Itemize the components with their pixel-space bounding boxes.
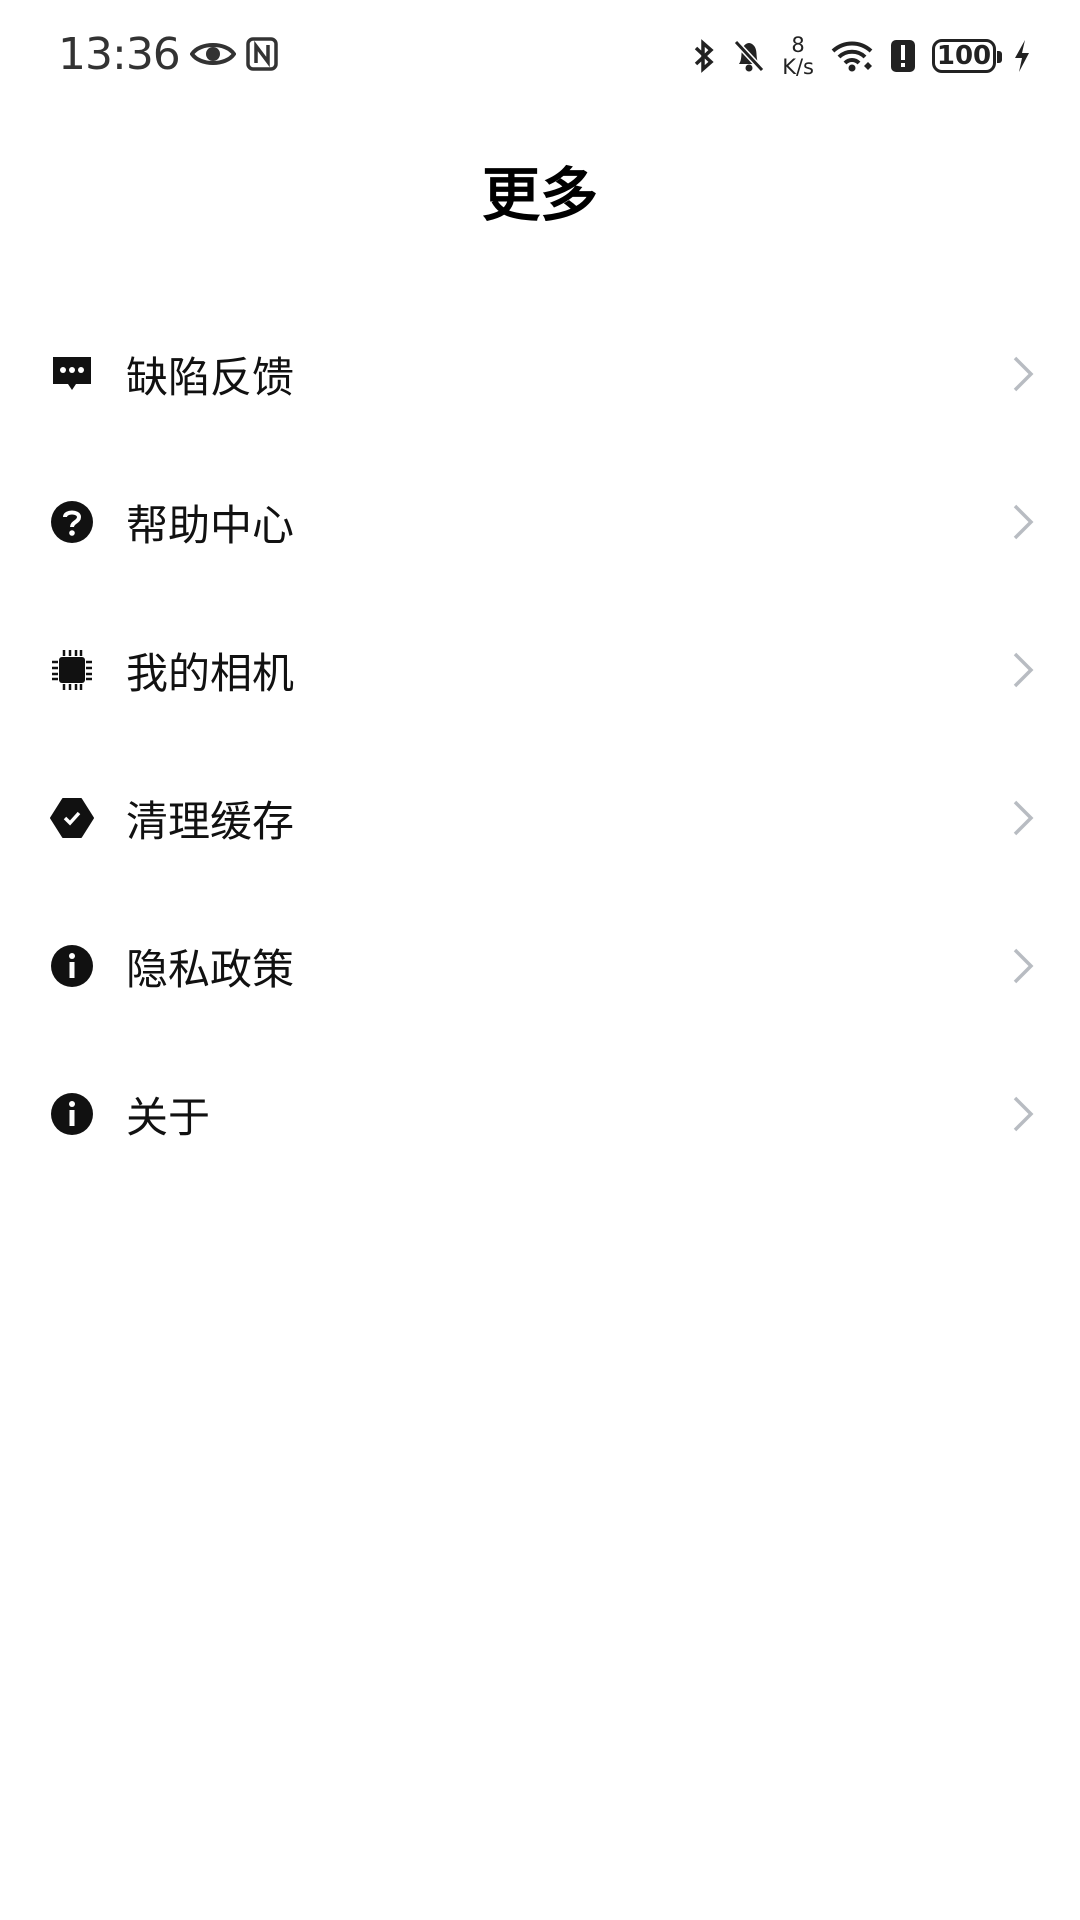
chevron-right-icon	[1008, 946, 1038, 986]
menu-item-label: 帮助中心	[126, 500, 295, 550]
status-bar: 13:36 8 K/s 100	[0, 0, 1080, 110]
menu-item-label: 缺陷反馈	[126, 352, 295, 402]
menu-item-feedback[interactable]: 缺陷反馈	[0, 300, 1080, 448]
feedback-message-icon	[50, 352, 94, 396]
chevron-right-icon	[1008, 798, 1038, 838]
eye-icon	[189, 39, 236, 69]
menu-item-help-center[interactable]: 帮助中心	[0, 448, 1080, 596]
network-speed-unit: K/s	[782, 55, 814, 79]
clean-check-icon	[50, 796, 94, 840]
page-title: 更多	[481, 161, 598, 229]
battery-icon: 100	[932, 39, 1002, 73]
nfc-icon	[246, 37, 278, 71]
info-icon	[50, 1092, 94, 1136]
chip-icon	[50, 648, 94, 692]
network-speed-value: 8	[791, 33, 805, 57]
menu-list: 缺陷反馈 帮助中心 我的相机 清理缓存 隐私政策 关于	[0, 300, 1080, 1188]
bell-off-icon	[732, 38, 766, 74]
chevron-right-icon	[1008, 354, 1038, 394]
bluetooth-icon	[692, 38, 716, 74]
help-circle-icon	[50, 500, 94, 544]
alert-icon	[890, 39, 916, 73]
menu-item-about[interactable]: 关于	[0, 1040, 1080, 1188]
chevron-right-icon	[1008, 502, 1038, 542]
menu-item-label: 隐私政策	[126, 944, 295, 994]
network-speed: 8 K/s	[782, 34, 814, 78]
status-bar-right: 8 K/s 100	[692, 26, 1032, 86]
menu-item-privacy-policy[interactable]: 隐私政策	[0, 892, 1080, 1040]
menu-item-label: 关于	[126, 1092, 211, 1142]
status-time: 13:36	[58, 28, 181, 80]
menu-item-label: 我的相机	[126, 648, 295, 698]
status-bar-left: 13:36	[58, 24, 278, 84]
menu-item-my-camera[interactable]: 我的相机	[0, 596, 1080, 744]
chevron-right-icon	[1008, 1094, 1038, 1134]
charging-bolt-icon	[1012, 38, 1032, 74]
chevron-right-icon	[1008, 650, 1038, 690]
menu-item-label: 清理缓存	[126, 796, 295, 846]
wifi-icon	[830, 39, 874, 73]
menu-item-clear-cache[interactable]: 清理缓存	[0, 744, 1080, 892]
info-icon	[50, 944, 94, 988]
